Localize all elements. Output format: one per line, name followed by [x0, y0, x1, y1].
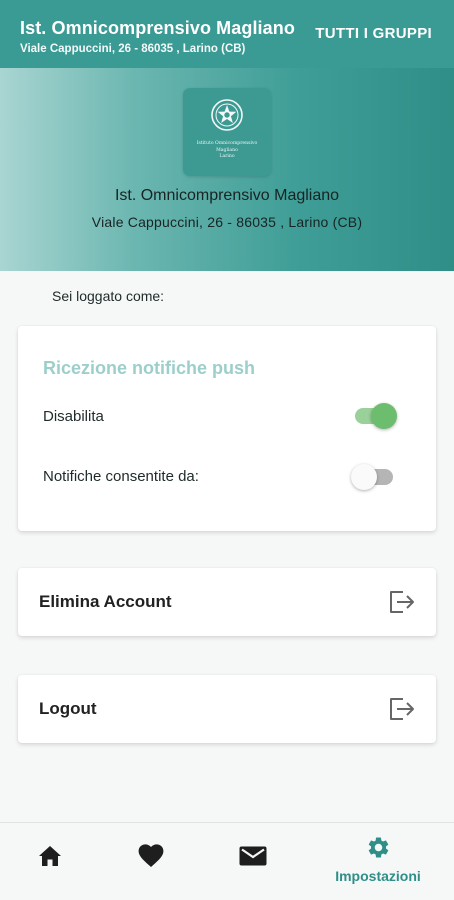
heart-icon: [138, 844, 164, 867]
notifications-allowed-label: Notifiche consentite da:: [43, 468, 199, 485]
delete-account-button[interactable]: Elimina Account: [18, 568, 436, 636]
nav-settings[interactable]: Impostazioni: [322, 823, 434, 900]
mail-icon: [239, 846, 267, 866]
notifications-allowed-toggle[interactable]: [351, 463, 395, 491]
app-bar: Ist. Omnicomprensivo Magliano Viale Capp…: [0, 0, 454, 68]
app-bar-title: Ist. Omnicomprensivo Magliano: [20, 18, 295, 38]
exit-icon: [390, 698, 414, 720]
bottom-navigation: Impostazioni: [0, 822, 454, 900]
emblem-icon: [211, 99, 243, 131]
logo-line-1: Istituto Omnicomprensivo: [196, 141, 258, 146]
push-notifications-card: Ricezione notifiche push Disabilita Noti…: [18, 326, 436, 531]
delete-account-label: Elimina Account: [39, 592, 172, 611]
logout-label: Logout: [39, 699, 97, 718]
nav-home[interactable]: [20, 823, 80, 900]
logo-line-2: Magliano: [216, 148, 238, 153]
all-groups-button[interactable]: TUTTI I GRUPPI: [315, 25, 432, 42]
nav-settings-label: Impostazioni: [335, 868, 421, 884]
home-icon: [39, 846, 61, 866]
nav-favorites[interactable]: [120, 823, 182, 900]
logout-button[interactable]: Logout: [18, 675, 436, 743]
toggle-knob: [371, 403, 397, 429]
gear-icon: [368, 837, 389, 858]
disable-toggle[interactable]: [353, 402, 397, 430]
logged-as-label: Sei loggato come:: [52, 288, 165, 304]
toggle-knob: [351, 464, 377, 490]
disable-label: Disabilita: [43, 408, 104, 425]
school-logo: Istituto Omnicomprensivo Magliano Larino: [183, 88, 271, 176]
exit-icon: [390, 591, 414, 613]
logo-line-3: Larino: [219, 154, 235, 159]
school-address: Viale Cappuccini, 26 - 86035 , Larino (C…: [91, 214, 363, 230]
school-header: Istituto Omnicomprensivo Magliano Larino…: [0, 68, 454, 271]
nav-messages[interactable]: [222, 823, 284, 900]
app-bar-subtitle: Viale Cappuccini, 26 - 86035 , Larino (C…: [20, 43, 246, 55]
school-name: Ist. Omnicomprensivo Magliano: [114, 187, 340, 204]
push-notifications-heading: Ricezione notifiche push: [43, 358, 256, 378]
